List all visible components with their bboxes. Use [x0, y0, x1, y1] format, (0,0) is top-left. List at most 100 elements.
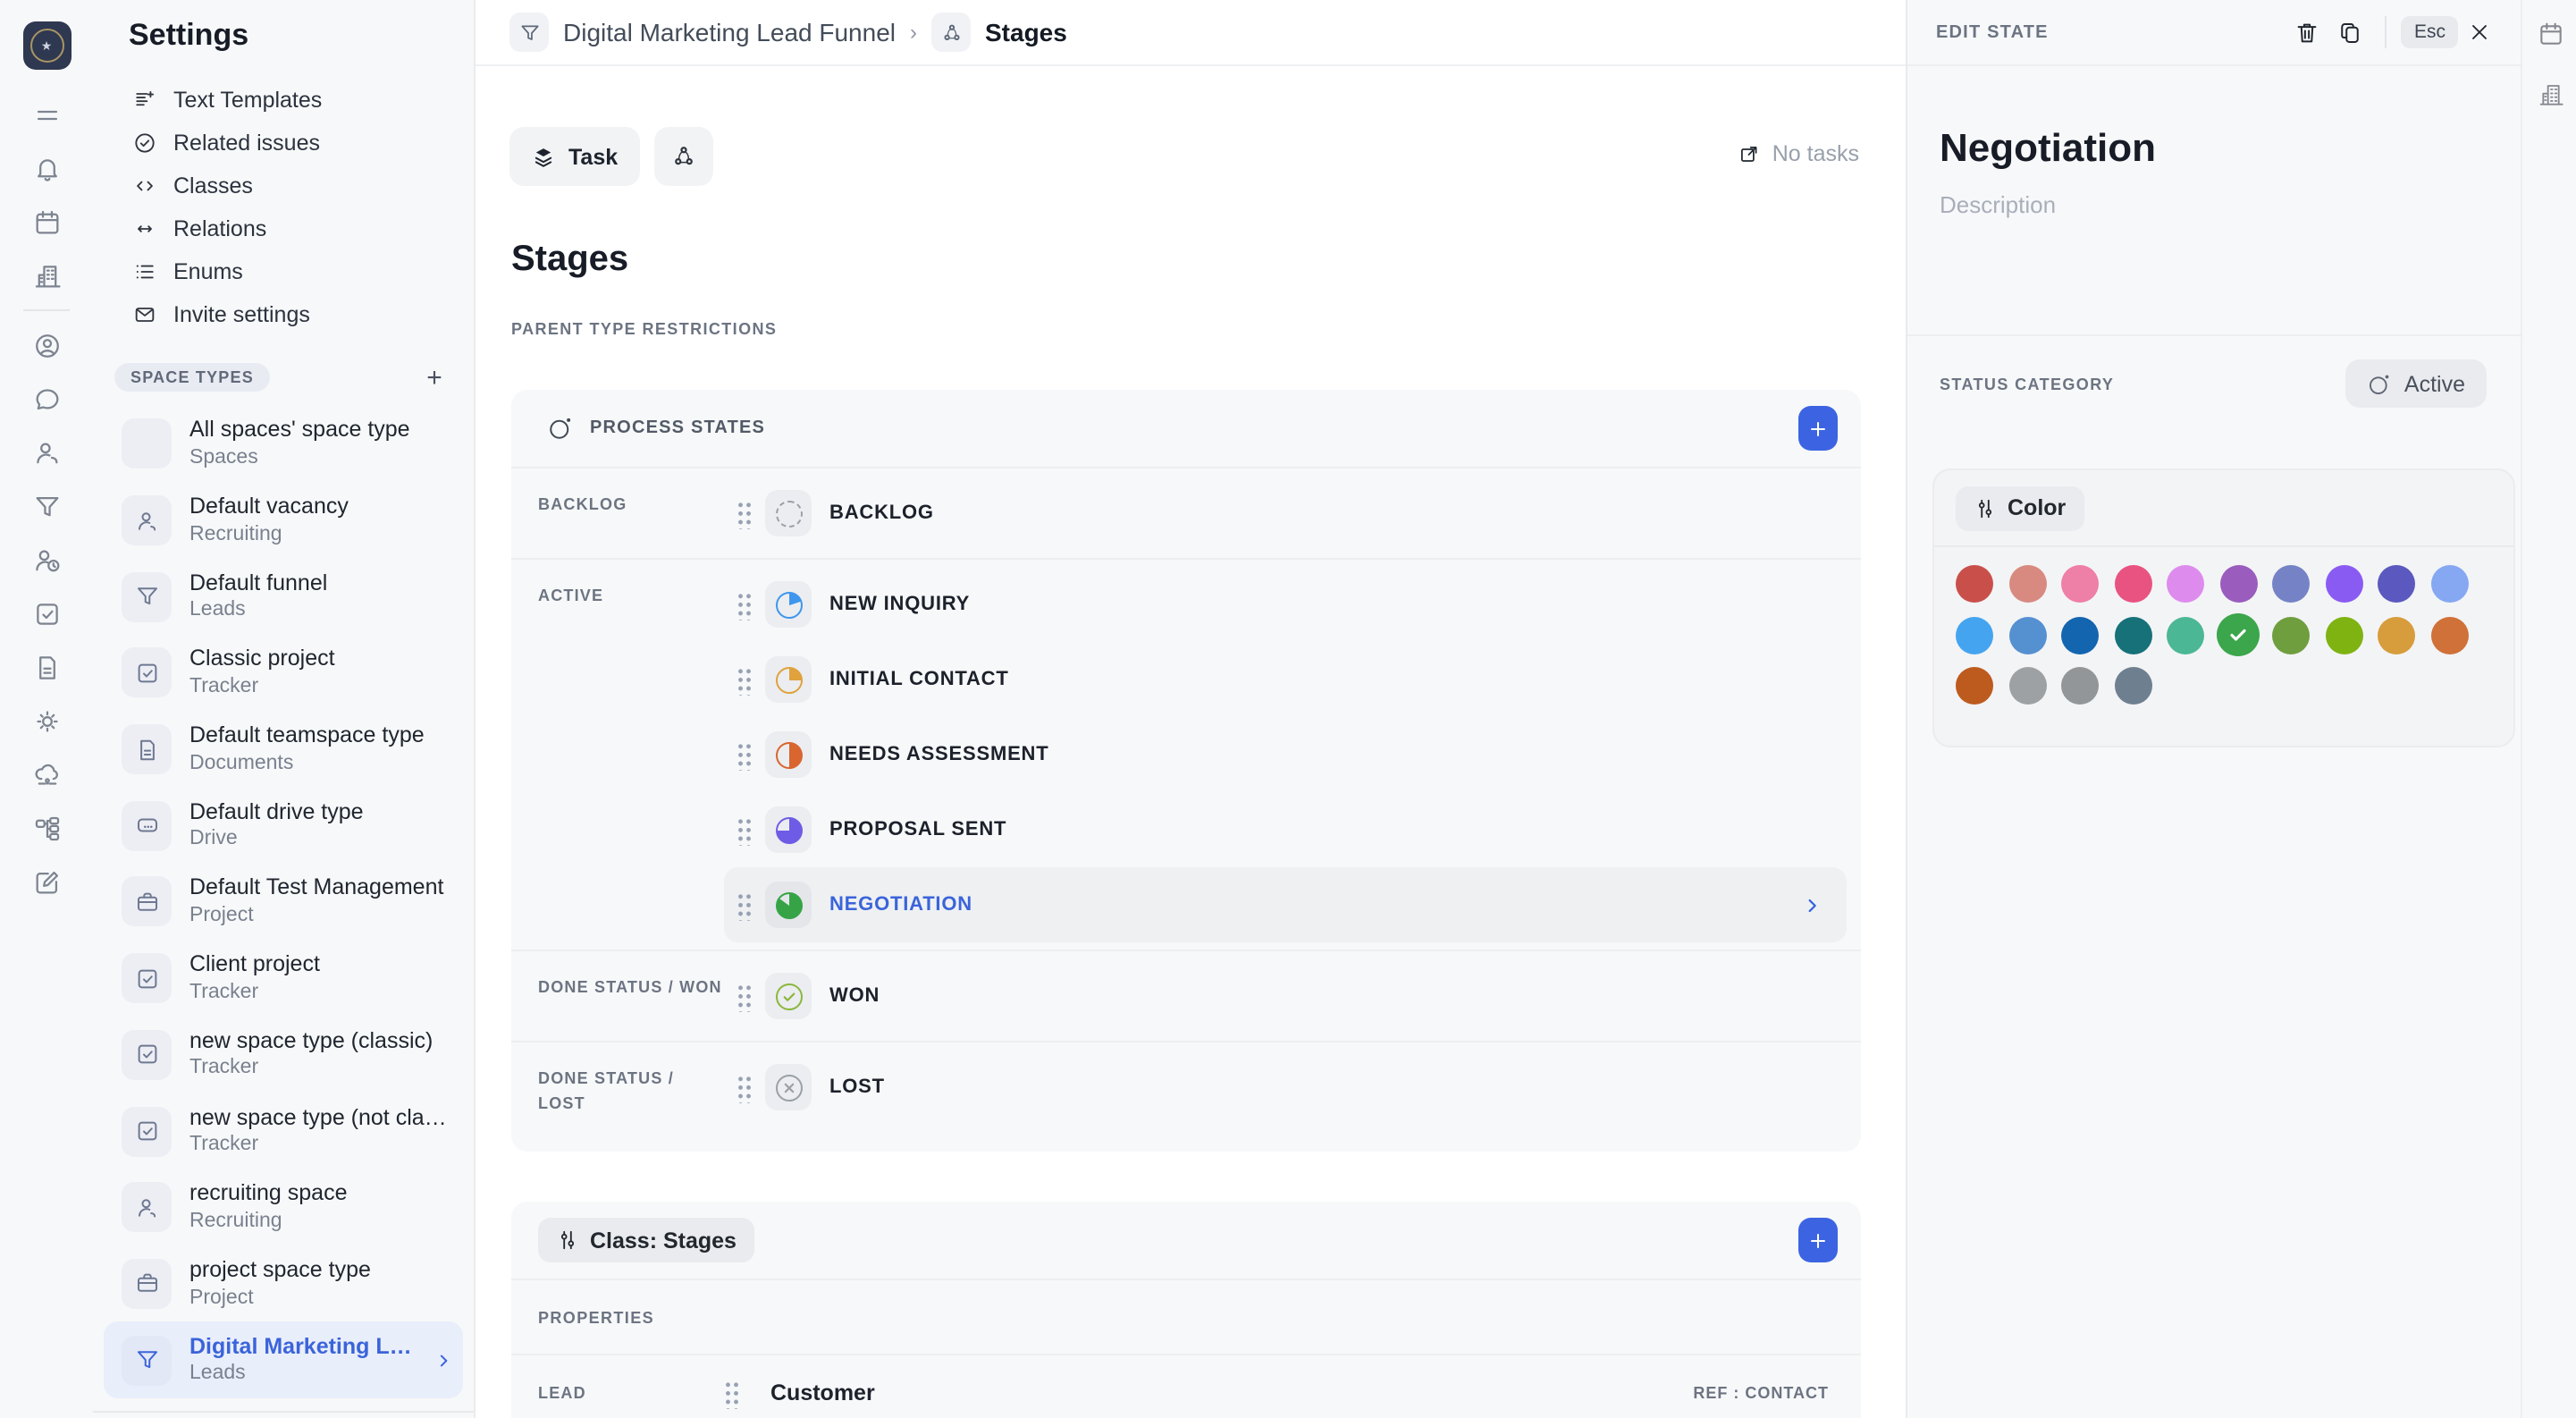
rail-funnel-icon[interactable] — [20, 479, 73, 533]
state-icon-button[interactable] — [765, 490, 812, 536]
color-swatch[interactable] — [2061, 667, 2099, 705]
state-icon-button[interactable] — [765, 806, 812, 853]
color-swatch[interactable] — [2008, 667, 2046, 705]
space-type-all-spaces-space-type[interactable]: All spaces' space type Spaces — [104, 406, 463, 482]
color-swatch[interactable] — [2008, 616, 2046, 654]
sidebar-item-relations[interactable]: Relations — [93, 207, 474, 250]
add-property-button[interactable] — [1798, 1218, 1838, 1262]
color-swatch[interactable] — [2061, 616, 2099, 654]
color-swatch-selected[interactable] — [2217, 613, 2260, 656]
drag-handle[interactable] — [737, 1072, 751, 1102]
sidebar-item-enums[interactable]: Enums — [93, 250, 474, 293]
breadcrumb-parent[interactable]: Digital Marketing Lead Funnel — [563, 18, 896, 46]
color-swatch[interactable] — [2325, 565, 2362, 603]
color-swatch[interactable] — [1956, 667, 1993, 705]
close-icon[interactable] — [2458, 11, 2501, 54]
no-tasks-link[interactable]: No tasks — [1738, 141, 1859, 166]
rail-person-clock-icon[interactable] — [20, 533, 73, 587]
drag-handle[interactable] — [737, 890, 751, 920]
add-state-button[interactable] — [1798, 406, 1838, 451]
color-swatch[interactable] — [2325, 616, 2362, 654]
color-swatch[interactable] — [2272, 565, 2310, 603]
color-swatch[interactable] — [2430, 616, 2468, 654]
rail-sun-icon[interactable] — [20, 694, 73, 747]
copy-icon[interactable] — [2328, 11, 2371, 54]
state-icon-button[interactable] — [765, 882, 812, 928]
state-icon-button[interactable] — [765, 581, 812, 628]
state-description-field[interactable]: Description — [1940, 191, 2056, 218]
space-type-default-funnel[interactable]: Default funnel Leads — [104, 559, 463, 635]
color-swatch[interactable] — [2061, 565, 2099, 603]
color-swatch[interactable] — [2219, 565, 2257, 603]
rail-person-plus-icon[interactable] — [20, 426, 73, 479]
color-swatch[interactable] — [2114, 667, 2151, 705]
workspace-avatar[interactable]: ★ — [22, 21, 71, 70]
drag-handle[interactable] — [724, 1378, 738, 1408]
rail-document-icon[interactable] — [20, 640, 73, 694]
drag-handle[interactable] — [737, 664, 751, 695]
states-button[interactable] — [653, 127, 713, 186]
delete-icon[interactable] — [2286, 11, 2328, 54]
state-row-needs-assessment[interactable]: NEEDS ASSESSMENT — [724, 717, 1847, 792]
task-button[interactable]: Task — [509, 127, 640, 186]
sidebar-item-text-templates[interactable]: Text Templates — [93, 79, 474, 122]
rail-chat-icon[interactable] — [20, 372, 73, 426]
status-category-button[interactable]: Active — [2344, 359, 2487, 408]
color-swatch[interactable] — [2167, 565, 2204, 603]
state-icon-button[interactable] — [765, 656, 812, 703]
state-row-lost[interactable]: LOST — [724, 1050, 1847, 1125]
rail-cloud-icon[interactable] — [20, 747, 73, 801]
sidebar-item-related-issues[interactable]: Related issues — [93, 122, 474, 165]
drag-handle[interactable] — [737, 981, 751, 1011]
space-type-client-project[interactable]: Client project Tracker — [104, 941, 463, 1017]
space-type-project-space-type[interactable]: project space type Project — [104, 1245, 463, 1321]
color-swatch[interactable] — [1956, 565, 1993, 603]
color-swatch[interactable] — [2114, 616, 2151, 654]
space-type-default-test-management[interactable]: Default Test Management Project — [104, 864, 463, 940]
color-swatch[interactable] — [2114, 565, 2151, 603]
state-row-backlog[interactable]: BACKLOG — [724, 476, 1847, 551]
color-swatch[interactable] — [2272, 616, 2310, 654]
color-swatch[interactable] — [1956, 616, 1993, 654]
space-type-default-teamspace-type[interactable]: Default teamspace type Documents — [104, 712, 463, 788]
state-row-won[interactable]: WON — [724, 958, 1847, 1034]
drag-handle[interactable] — [737, 589, 751, 620]
space-type-default-vacancy[interactable]: Default vacancy Recruiting — [104, 482, 463, 558]
rail-hamburger-icon[interactable] — [20, 88, 73, 141]
sidebar-item-classes[interactable]: Classes — [93, 165, 474, 207]
chevron-right-icon[interactable] — [1802, 895, 1822, 915]
space-type-default-drive-type[interactable]: Default drive type Drive — [104, 788, 463, 864]
calendar-widget-icon[interactable] — [2527, 11, 2573, 57]
space-type-new-space-type-not-classic[interactable]: new space type (not classic) Tracker — [104, 1093, 463, 1169]
color-swatch[interactable] — [2167, 616, 2204, 654]
state-icon-button[interactable] — [765, 1064, 812, 1110]
state-row-new-inquiry[interactable]: NEW INQUIRY — [724, 567, 1847, 642]
state-name-field[interactable]: Negotiation — [1940, 125, 2156, 172]
rail-calendar-icon[interactable] — [20, 195, 73, 249]
funnel-breadcrumb-icon[interactable] — [509, 13, 549, 52]
state-row-negotiation[interactable]: NEGOTIATION — [724, 867, 1847, 942]
space-type-classic-project[interactable]: Classic project Tracker — [104, 635, 463, 711]
space-type-new-space-type-classic[interactable]: new space type (classic) Tracker — [104, 1017, 463, 1093]
state-row-initial-contact[interactable]: INITIAL CONTACT — [724, 642, 1847, 717]
state-row-proposal-sent[interactable]: PROPOSAL SENT — [724, 792, 1847, 867]
rail-person-circle-icon[interactable] — [20, 318, 73, 372]
rail-edit-icon[interactable] — [20, 855, 73, 908]
drag-handle[interactable] — [737, 815, 751, 845]
state-icon-button[interactable] — [765, 731, 812, 778]
space-type-recruiting-space[interactable]: recruiting space Recruiting — [104, 1169, 463, 1245]
rail-checkbox-icon[interactable] — [20, 587, 73, 640]
office-widget-icon[interactable] — [2527, 72, 2573, 118]
color-swatch[interactable] — [2378, 616, 2415, 654]
color-swatch[interactable] — [2378, 565, 2415, 603]
rail-building-icon[interactable] — [20, 249, 73, 302]
drag-handle[interactable] — [737, 498, 751, 528]
rail-org-tree-icon[interactable] — [20, 801, 73, 855]
color-chip[interactable]: Color — [1956, 485, 2084, 530]
space-type-digital-marketing-lea[interactable]: Digital Marketing Lea... Leads — [104, 1321, 463, 1398]
color-swatch[interactable] — [2430, 565, 2468, 603]
drag-handle[interactable] — [737, 739, 751, 770]
rail-bell-icon[interactable] — [20, 141, 73, 195]
state-icon-button[interactable] — [765, 973, 812, 1019]
add-space-type-button[interactable]: + — [417, 359, 452, 395]
